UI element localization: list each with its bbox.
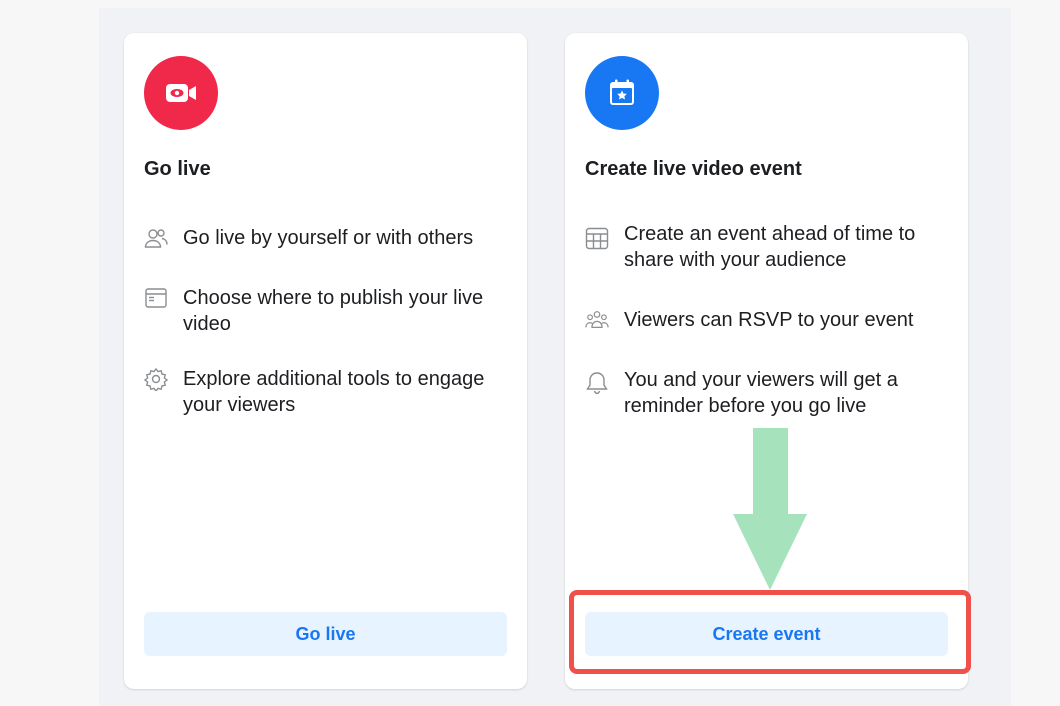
live-event-card: Create live video event Create an event … xyxy=(565,33,968,689)
go-live-badge xyxy=(144,56,218,130)
feature-item: Explore additional tools to engage your … xyxy=(144,366,515,418)
feature-text: Choose where to publish your live video xyxy=(183,285,515,337)
feature-item: Create an event ahead of time to share w… xyxy=(585,221,956,273)
feature-text: Viewers can RSVP to your event xyxy=(624,307,913,333)
live-event-title: Create live video event xyxy=(585,158,802,181)
bell-icon xyxy=(585,371,609,395)
calendar-star-icon xyxy=(607,78,637,108)
create-event-button[interactable]: Create event xyxy=(585,612,948,656)
feature-text: Create an event ahead of time to share w… xyxy=(624,221,956,273)
content-area: Go live Go live by yourself or with othe… xyxy=(99,8,1011,706)
gear-icon xyxy=(144,367,168,391)
feature-item: Go live by yourself or with others xyxy=(144,225,515,251)
go-live-button[interactable]: Go live xyxy=(144,612,507,656)
feature-text: You and your viewers will get a reminder… xyxy=(624,367,956,419)
go-live-title: Go live xyxy=(144,158,211,181)
group-icon xyxy=(585,308,609,332)
live-video-camera-icon xyxy=(164,81,198,105)
feature-text: Go live by yourself or with others xyxy=(183,225,473,251)
feature-text: Explore additional tools to engage your … xyxy=(183,366,515,418)
down-arrow-icon xyxy=(733,514,807,590)
go-live-card: Go live Go live by yourself or with othe… xyxy=(124,33,527,689)
down-arrow-shaft xyxy=(753,428,788,516)
live-event-badge xyxy=(585,56,659,130)
people-icon xyxy=(144,226,168,250)
window-icon xyxy=(144,286,168,310)
feature-item: You and your viewers will get a reminder… xyxy=(585,367,956,419)
feature-item: Viewers can RSVP to your event xyxy=(585,307,956,333)
calendar-grid-icon xyxy=(585,226,609,250)
feature-item: Choose where to publish your live video xyxy=(144,285,515,337)
